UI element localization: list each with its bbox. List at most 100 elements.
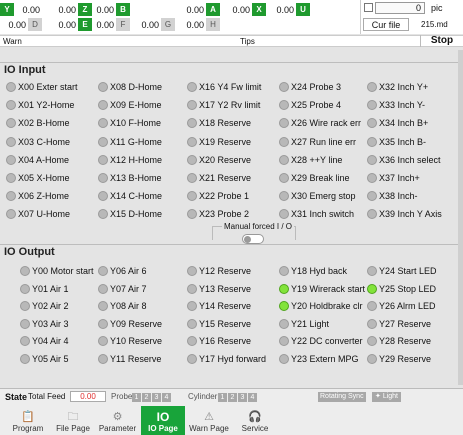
output-item[interactable]: Y28 Reserve xyxy=(367,334,455,348)
input-item: X03 C-Home xyxy=(6,135,96,149)
output-item[interactable]: Y15 Reserve xyxy=(187,317,277,331)
input-led xyxy=(187,191,197,202)
output-label: Y18 Hyd back xyxy=(291,266,348,276)
light-label: Light xyxy=(382,393,398,400)
output-item[interactable]: Y00 Motor start xyxy=(20,264,96,278)
output-item[interactable]: Y10 Reserve xyxy=(98,334,188,348)
output-item[interactable]: Y14 Reserve xyxy=(187,299,277,313)
output-label: Y11 Reserve xyxy=(110,354,162,364)
output-label: Y25 Stop LED xyxy=(379,283,437,294)
probe-indicator: 1 xyxy=(132,393,141,402)
cylinder-label: Cylinder xyxy=(188,392,218,401)
tips-label: Tips xyxy=(240,37,255,46)
input-label: X34 Inch B+ xyxy=(379,118,429,129)
tab-label: Service xyxy=(241,424,269,433)
output-item[interactable]: Y02 Air 2 xyxy=(20,299,96,313)
reset-counter-checkbox[interactable] xyxy=(364,3,373,12)
output-item[interactable]: Y21 Light xyxy=(279,317,369,331)
output-label: Y24 Start LED xyxy=(379,266,437,276)
scrollbar[interactable] xyxy=(458,50,463,385)
output-item[interactable]: Y07 Air 7 xyxy=(98,282,188,296)
axis-z: 0.00 Z xyxy=(50,2,92,17)
input-label: X19 Reserve xyxy=(199,136,252,147)
input-led xyxy=(367,173,377,183)
output-item[interactable]: Y29 Reserve xyxy=(367,352,455,366)
input-label: X39 Inch Y Axis xyxy=(379,209,442,220)
tab-io-page[interactable]: IO IO Page xyxy=(141,406,185,435)
axis-value: 0.00 xyxy=(96,19,114,30)
input-item: X19 Reserve xyxy=(187,135,277,149)
output-item[interactable]: Y24 Start LED xyxy=(367,264,455,278)
input-led xyxy=(187,154,197,165)
cylinder-indicator: 3 xyxy=(238,393,247,402)
output-item[interactable]: Y01 Air 1 xyxy=(20,282,96,296)
output-item[interactable]: Y06 Air 6 xyxy=(98,264,188,278)
output-label: Y29 Reserve xyxy=(379,354,432,364)
tab-service[interactable]: 🎧 Service xyxy=(233,406,277,435)
output-item[interactable]: Y04 Air 4 xyxy=(20,334,96,348)
output-led xyxy=(98,318,108,329)
output-item[interactable]: Y20 Holdbrake clr xyxy=(279,299,369,313)
input-led xyxy=(6,100,16,111)
output-item[interactable]: Y11 Reserve xyxy=(98,352,188,366)
tab-label: Warn Page xyxy=(189,424,229,433)
output-led xyxy=(98,354,108,364)
output-led xyxy=(367,336,377,347)
tab-parameter[interactable]: ⚙ Parameter xyxy=(96,406,139,435)
tab-file-page[interactable]: 🗀 File Page xyxy=(52,406,94,435)
output-item[interactable]: Y26 Alrm LED xyxy=(367,299,455,313)
output-item[interactable]: Y22 DC converter xyxy=(279,334,369,348)
input-item: X35 Inch B- xyxy=(367,135,455,149)
input-led xyxy=(6,191,16,202)
input-led xyxy=(279,100,289,111)
output-item[interactable]: Y23 Extern MPG xyxy=(279,352,369,366)
input-led xyxy=(98,154,108,165)
output-item[interactable]: Y05 Air 5 xyxy=(20,352,96,366)
input-led xyxy=(187,82,197,92)
output-led xyxy=(98,301,108,312)
output-item[interactable]: Y19 Wirerack start xyxy=(279,282,369,296)
output-led xyxy=(187,318,197,329)
cur-file-label[interactable]: Cur file xyxy=(363,18,409,31)
cylinder-indicator: 1 xyxy=(218,393,227,402)
output-item[interactable]: Y27 Reserve xyxy=(367,317,455,331)
input-item: X28 ++Y line xyxy=(279,153,369,167)
input-item: X33 Inch Y- xyxy=(367,98,455,112)
input-item: X08 D-Home xyxy=(98,80,188,94)
warning-icon: ⚠ xyxy=(204,411,214,423)
input-item: X18 Reserve xyxy=(187,116,277,130)
manual-forced-toggle[interactable] xyxy=(242,234,264,244)
axis-value: 0.00 xyxy=(141,19,159,30)
stop-button[interactable]: Stop xyxy=(420,35,463,47)
axis-value: 0.00 xyxy=(8,19,26,30)
output-label: Y13 Reserve xyxy=(199,283,252,294)
input-led xyxy=(367,191,377,202)
input-led xyxy=(6,136,16,147)
tab-program[interactable]: 📋 Program xyxy=(6,406,50,435)
output-item[interactable]: Y12 Reserve xyxy=(187,264,277,278)
input-led xyxy=(367,82,377,92)
section-divider xyxy=(0,244,458,245)
output-item[interactable]: Y09 Reserve xyxy=(98,317,188,331)
input-item: X26 Wire rack err xyxy=(279,116,369,130)
output-item[interactable]: Y13 Reserve xyxy=(187,282,277,296)
headset-icon: 🎧 xyxy=(248,411,262,423)
input-label: X29 Break line xyxy=(291,173,350,183)
output-item[interactable]: Y25 Stop LED xyxy=(367,282,455,296)
output-item[interactable]: Y16 Reserve xyxy=(187,334,277,348)
output-item[interactable]: Y08 Air 8 xyxy=(98,299,188,313)
output-item[interactable]: Y18 Hyd back xyxy=(279,264,369,278)
input-led xyxy=(6,173,16,183)
input-item: X01 Y2-Home xyxy=(6,98,96,112)
output-led xyxy=(98,266,108,276)
manual-forced-label: Manual forced I / O xyxy=(222,222,295,231)
output-item[interactable]: Y17 Hyd forward xyxy=(187,352,277,366)
tab-warn-page[interactable]: ⚠ Warn Page xyxy=(187,406,231,435)
input-led xyxy=(279,82,289,92)
toggle-knob xyxy=(244,236,251,243)
output-item[interactable]: Y03 Air 3 xyxy=(20,317,96,331)
output-label: Y04 Air 4 xyxy=(32,336,69,347)
input-label: X05 X-Home xyxy=(18,173,70,183)
output-label: Y07 Air 7 xyxy=(110,283,147,294)
input-label: X18 Reserve xyxy=(199,118,252,129)
